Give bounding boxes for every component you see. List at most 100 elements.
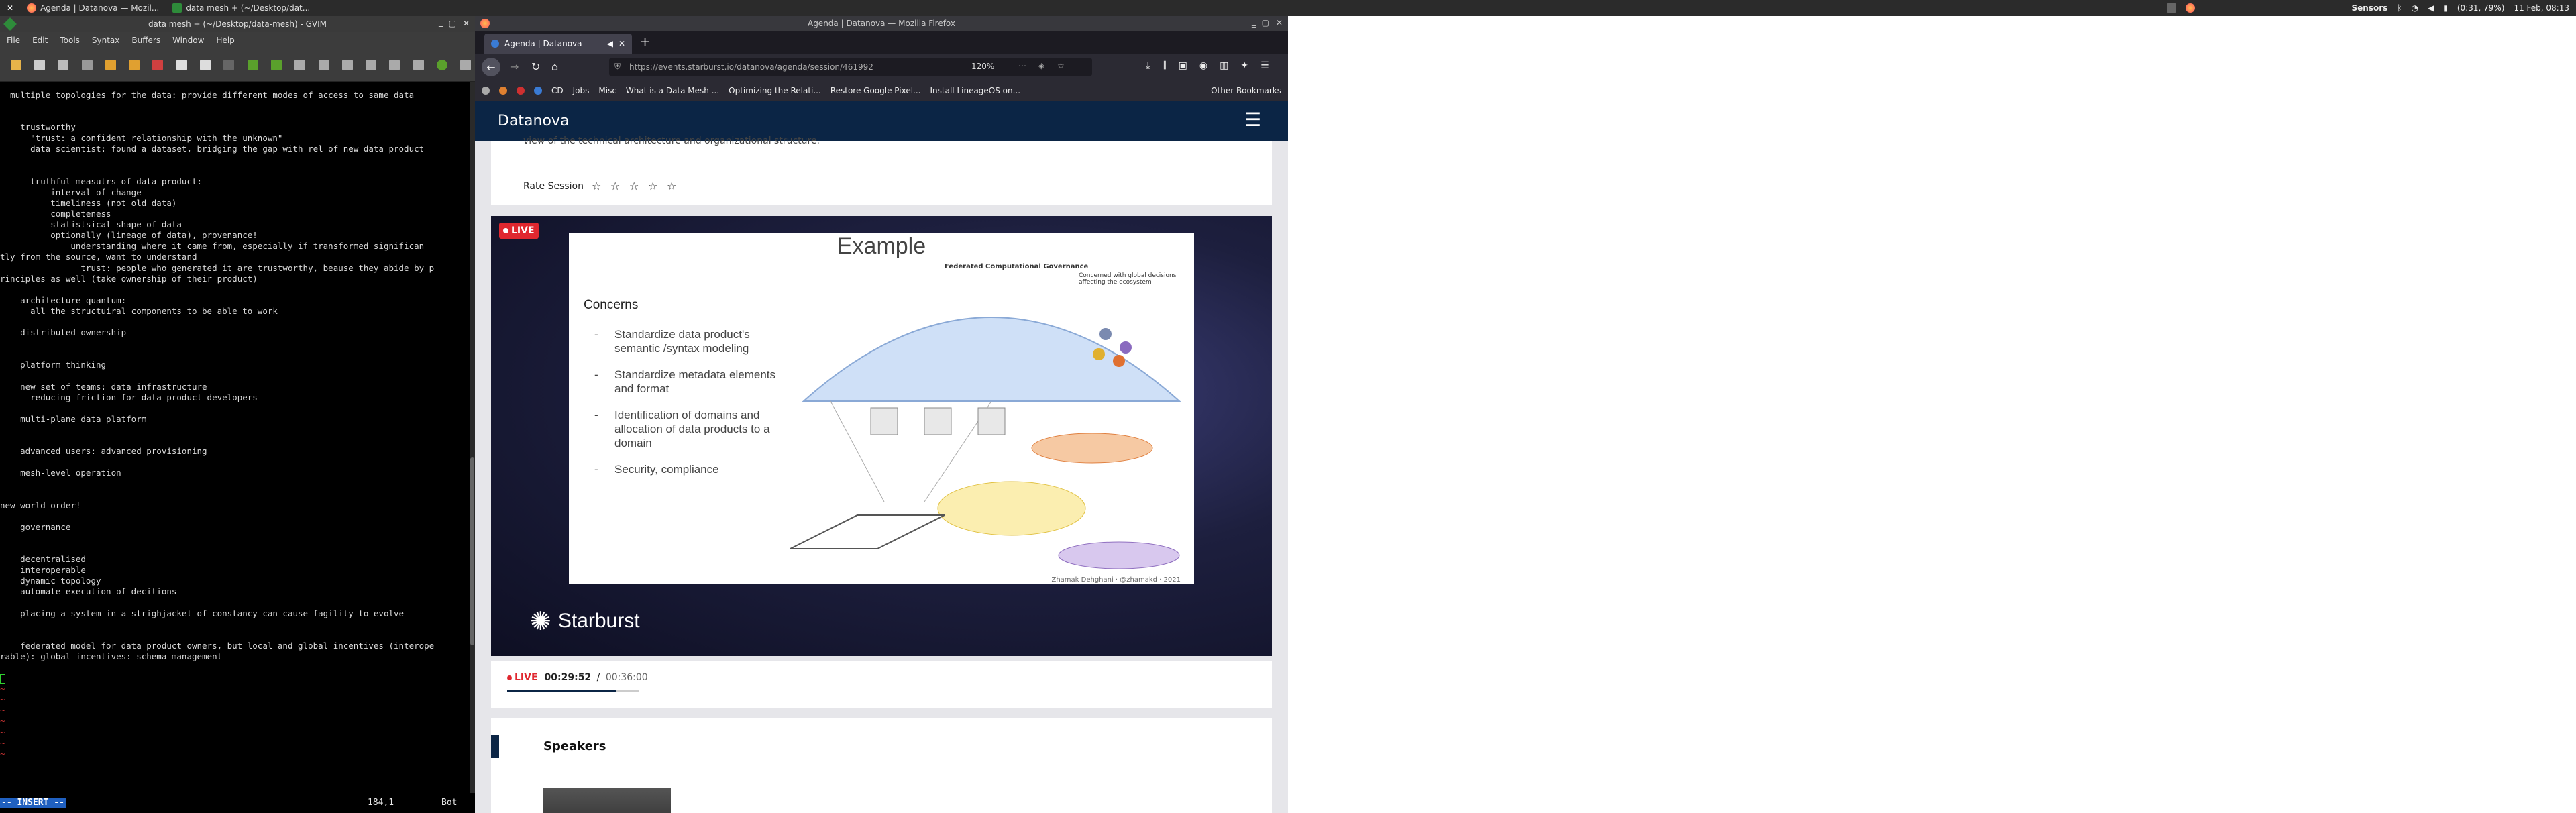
vim-line[interactable]: multi-plane data platform — [0, 414, 470, 425]
menu-edit[interactable]: Edit — [32, 36, 48, 45]
vim-line[interactable]: trustworthy — [0, 122, 470, 133]
vim-line[interactable] — [0, 597, 470, 608]
save-button[interactable] — [30, 55, 48, 75]
vim-line[interactable] — [0, 619, 470, 630]
vim-line[interactable]: rinciples as well (take ownership of the… — [0, 274, 470, 284]
bookmark-lineageos[interactable]: Install LineageOS on... — [930, 86, 1021, 95]
vim-line[interactable]: completeness — [0, 209, 470, 219]
menu-syntax[interactable]: Syntax — [92, 36, 119, 45]
vim-line[interactable] — [0, 349, 470, 360]
bluetooth-icon[interactable]: ᛒ — [2397, 3, 2402, 13]
cut-button[interactable] — [149, 55, 167, 75]
bookmark-restore-pixel[interactable]: Restore Google Pixel... — [830, 86, 921, 95]
vim-line[interactable] — [0, 630, 470, 641]
extensions-icon[interactable]: ✦ — [1240, 60, 1248, 71]
back-button[interactable]: ← — [482, 58, 500, 76]
vim-line[interactable] — [0, 425, 470, 435]
vim-empty-line-marker[interactable]: ~ — [0, 694, 470, 705]
video-player[interactable]: LIVE Example Concerns - Standardize data … — [491, 216, 1272, 656]
vim-line[interactable]: federated model for data product owners,… — [0, 641, 470, 651]
bookmark-icon[interactable] — [499, 87, 507, 95]
vim-line[interactable]: placing a system in a strighjacket of co… — [0, 608, 470, 619]
vim-line[interactable] — [0, 533, 470, 543]
taskbar-app-menu[interactable]: ✕ — [0, 0, 20, 16]
star-icon[interactable]: ☆ — [592, 181, 602, 192]
vim-line[interactable] — [0, 457, 470, 468]
maximize-button[interactable]: ▢ — [1262, 18, 1269, 28]
load-session-button[interactable] — [291, 55, 309, 75]
vim-line[interactable] — [0, 662, 470, 673]
vim-line[interactable] — [0, 370, 470, 381]
clock[interactable]: 11 Feb, 08:13 — [2514, 3, 2569, 13]
forward-button[interactable]: → — [510, 60, 519, 73]
vim-line[interactable]: decentralised — [0, 554, 470, 565]
vim-empty-line-marker[interactable]: ~ — [0, 705, 470, 716]
vim-line[interactable] — [0, 403, 470, 414]
sidebar-icon[interactable]: ▣ — [1179, 60, 1187, 71]
menu-file[interactable]: File — [7, 36, 20, 45]
speaker-photo[interactable] — [543, 788, 671, 813]
undo-button[interactable] — [101, 55, 119, 75]
vim-line[interactable]: new set of teams: data infrastructure — [0, 382, 470, 392]
vim-empty-line-marker[interactable]: ~ — [0, 749, 470, 759]
bookmark-icon[interactable] — [517, 87, 525, 95]
vim-line[interactable]: "trust: a confident relationship with th… — [0, 133, 470, 144]
menu-window[interactable]: Window — [172, 36, 204, 45]
vim-scrollbar[interactable] — [470, 82, 475, 793]
bookmark-star-icon[interactable]: ☆ — [1057, 61, 1065, 70]
print-button[interactable] — [78, 55, 96, 75]
menu-buffers[interactable]: Buffers — [131, 36, 160, 45]
close-button[interactable]: ✕ — [1276, 18, 1283, 28]
vim-line[interactable] — [0, 673, 470, 684]
copy-button[interactable] — [172, 55, 191, 75]
paste-button[interactable] — [196, 55, 214, 75]
vim-line[interactable]: governance — [0, 522, 470, 533]
new-tab-button[interactable]: + — [640, 35, 650, 49]
vim-empty-line-marker[interactable]: ~ — [0, 716, 470, 726]
vim-line[interactable]: mesh-level operation — [0, 468, 470, 478]
help-button[interactable] — [433, 55, 451, 75]
vim-line[interactable]: optionally (lineage of data), provenance… — [0, 230, 470, 241]
pocket-icon[interactable]: ◈ — [1038, 61, 1044, 70]
vim-line[interactable] — [0, 543, 470, 554]
save-all-button[interactable] — [54, 55, 72, 75]
gvim-titlebar[interactable]: data mesh + (~/Desktop/data-mesh) - GVIM… — [0, 16, 475, 32]
other-bookmarks[interactable]: Other Bookmarks — [1211, 86, 1281, 95]
vim-line[interactable] — [0, 101, 470, 111]
vim-line[interactable]: statistsical shape of data — [0, 219, 470, 230]
menu-help[interactable]: Help — [216, 36, 234, 45]
vim-empty-line-marker[interactable]: ~ — [0, 684, 470, 694]
home-button[interactable]: ⌂ — [551, 60, 558, 73]
vim-line[interactable]: multiple topologies for the data: provid… — [0, 90, 470, 101]
vim-text-buffer[interactable]: multiple topologies for the data: provid… — [0, 90, 470, 788]
minimize-button[interactable]: ‗ — [439, 19, 443, 28]
downloads-icon[interactable]: ⤓ — [1146, 60, 1150, 71]
vim-empty-line-marker[interactable]: ~ — [0, 738, 470, 749]
vim-line[interactable]: data scientist: found a dataset, bridgin… — [0, 144, 470, 154]
vim-empty-line-marker[interactable]: ~ — [0, 727, 470, 738]
vim-line[interactable]: distributed ownership — [0, 327, 470, 338]
vim-line[interactable]: platform thinking — [0, 360, 470, 370]
vim-line[interactable]: truthful measutrs of data product: — [0, 176, 470, 187]
bookmark-jobs[interactable]: Jobs — [573, 86, 590, 95]
workspace-indicator-icon[interactable] — [2166, 3, 2176, 13]
close-button[interactable]: ✕ — [463, 19, 470, 28]
find-prev-button[interactable] — [267, 55, 285, 75]
vim-line[interactable]: new world order! — [0, 500, 470, 511]
volume-icon[interactable]: ◀ — [2428, 3, 2434, 13]
vim-line[interactable] — [0, 478, 470, 489]
vim-line[interactable]: rable): global incentives: schema manage… — [0, 651, 470, 662]
taskbar-item-gvim[interactable]: data mesh + (~/Desktop/dat... — [166, 0, 317, 16]
star-icon[interactable]: ☆ — [610, 181, 621, 192]
find-help-button[interactable] — [457, 55, 475, 75]
library-icon[interactable]: ⫼ — [1162, 60, 1166, 71]
tab-agenda[interactable]: Agenda | Datanova ◀ ✕ — [484, 34, 632, 54]
extension-icon[interactable]: ▥ — [1220, 60, 1228, 71]
vim-line[interactable]: tly from the source, want to understand — [0, 252, 470, 262]
bookmark-data-mesh[interactable]: What is a Data Mesh ... — [626, 86, 719, 95]
vim-line[interactable]: architecture quantum: — [0, 295, 470, 306]
extension-icon[interactable]: ◉ — [1199, 60, 1208, 71]
firefox-icon[interactable] — [2185, 3, 2195, 13]
vim-line[interactable] — [0, 338, 470, 349]
hamburger-menu-icon[interactable]: ☰ — [1244, 109, 1261, 131]
